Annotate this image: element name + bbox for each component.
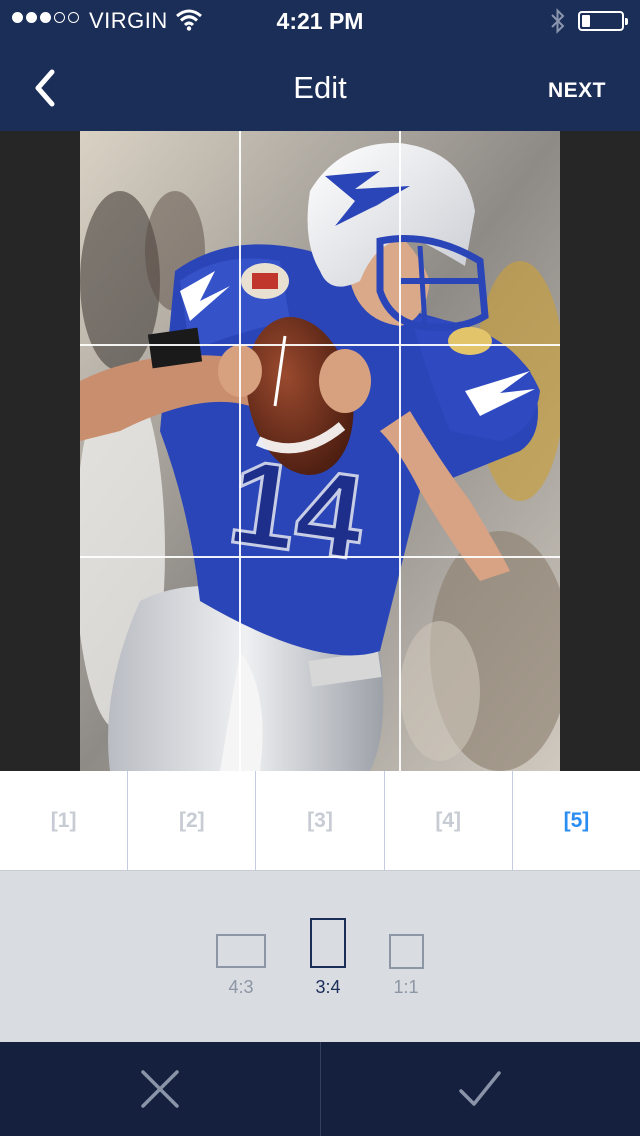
cancel-button[interactable]: [0, 1042, 321, 1136]
frame-tab-4[interactable]: [4]: [385, 771, 513, 870]
frame-tab-5[interactable]: [5]: [513, 771, 640, 870]
page-title: Edit: [293, 70, 347, 105]
photo-crop-area[interactable]: 14: [80, 131, 560, 771]
bluetooth-icon: [551, 8, 565, 34]
battery-icon: [578, 11, 628, 31]
ratio-1-1-icon: [389, 934, 424, 969]
status-bar: VIRGIN 4:21 PM: [0, 0, 640, 40]
grid-line-horizontal-2: [80, 556, 560, 558]
next-button[interactable]: NEXT: [548, 79, 606, 103]
confirm-button[interactable]: [321, 1042, 640, 1136]
status-time: 4:21 PM: [276, 8, 364, 34]
photo-stage: 14: [0, 131, 640, 771]
frame-tab-3[interactable]: [3]: [256, 771, 385, 870]
grid-line-vertical-1: [239, 131, 241, 771]
navigation-bar: VIRGIN 4:21 PM Edit NEXT: [0, 0, 640, 131]
frame-tab-2[interactable]: [2]: [128, 771, 257, 870]
ratio-label: 1:1: [393, 977, 419, 997]
frame-selector: [1] [2] [3] [4] [5]: [0, 771, 640, 870]
action-bar: [0, 1042, 640, 1136]
checkmark-icon: [459, 1071, 501, 1106]
close-icon: [141, 1070, 179, 1108]
ratio-option-3-4[interactable]: 3:4: [288, 871, 368, 1043]
ratio-3-4-icon: [310, 918, 346, 968]
ratio-option-4-3[interactable]: 4:3: [201, 871, 281, 1043]
frame-tab-1[interactable]: [1]: [0, 771, 129, 870]
ratio-label: 4:3: [228, 977, 254, 997]
grid-line-vertical-2: [399, 131, 401, 771]
ratio-option-1-1[interactable]: 1:1: [366, 871, 446, 1043]
ratio-label: 3:4: [315, 977, 341, 997]
aspect-ratio-selector: 4:3 3:4 1:1: [0, 870, 640, 1042]
grid-line-horizontal-1: [80, 344, 560, 346]
ratio-4-3-icon: [216, 934, 266, 968]
football-player-photo: 14: [80, 131, 560, 771]
